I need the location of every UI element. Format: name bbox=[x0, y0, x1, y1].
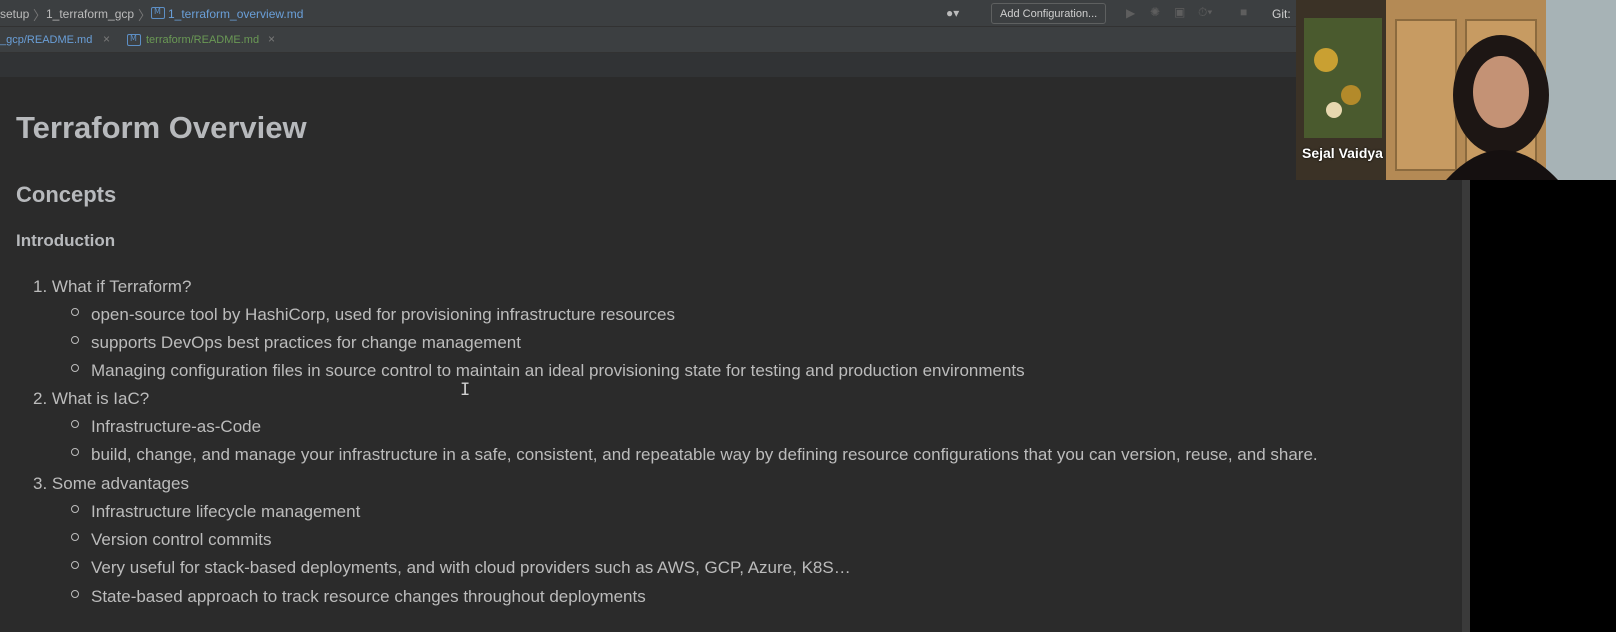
breadcrumb-separator: 〉 bbox=[33, 8, 47, 23]
stop-icon[interactable]: ■ bbox=[1240, 5, 1247, 19]
preview-header bbox=[0, 53, 1462, 77]
bullet-icon bbox=[71, 561, 79, 569]
markdown-file-icon bbox=[151, 7, 165, 19]
git-label: Git: bbox=[1272, 7, 1291, 21]
list-item: 3. Some advantages bbox=[33, 474, 189, 493]
breadcrumb-file[interactable]: 1_terraform_overview.md bbox=[168, 7, 303, 21]
screen-margin bbox=[1470, 180, 1616, 632]
page-title: Terraform Overview bbox=[16, 110, 307, 145]
tab-gcp-readme[interactable]: _gcp/README.md bbox=[0, 34, 92, 46]
list-item: Managing configuration files in source c… bbox=[91, 361, 1025, 380]
list-item: State-based approach to track resource c… bbox=[91, 587, 646, 606]
bullet-icon bbox=[71, 308, 79, 316]
list-item: Very useful for stack-based deployments,… bbox=[91, 558, 851, 577]
debug-icon[interactable]: ✺ bbox=[1150, 5, 1160, 19]
add-configuration-button[interactable]: Add Configuration... bbox=[991, 3, 1107, 24]
text-cursor-icon: I bbox=[460, 380, 471, 400]
close-icon[interactable]: × bbox=[268, 32, 275, 46]
section-heading: Concepts bbox=[16, 182, 117, 207]
video-tile: Sejal Vaidya bbox=[1296, 0, 1616, 180]
bullet-icon bbox=[71, 420, 79, 428]
breadcrumb-folder[interactable]: 1_terraform_gcp bbox=[46, 7, 134, 21]
run-icon[interactable]: ▶ bbox=[1126, 6, 1135, 20]
breadcrumb-separator: 〉 bbox=[138, 8, 152, 23]
scrollbar[interactable] bbox=[1462, 180, 1470, 632]
breadcrumb-setup[interactable]: setup bbox=[0, 7, 29, 21]
participant-name: Sejal Vaidya bbox=[1302, 145, 1383, 161]
list-item: 1. What if Terraform? bbox=[33, 277, 192, 296]
close-icon[interactable]: × bbox=[103, 32, 110, 46]
list-item: supports DevOps best practices for chang… bbox=[91, 333, 521, 352]
tab-terraform-readme[interactable]: terraform/README.md bbox=[146, 34, 259, 46]
bullet-icon bbox=[71, 533, 79, 541]
profile-icon[interactable]: ⏱▾ bbox=[1198, 5, 1212, 20]
list-item: open-source tool by HashiCorp, used for … bbox=[91, 305, 675, 324]
subsection-heading: Introduction bbox=[16, 231, 116, 250]
list-item: Infrastructure-as-Code bbox=[91, 417, 262, 436]
bullet-icon bbox=[71, 336, 79, 344]
bullet-icon bbox=[71, 364, 79, 372]
list-item: build, change, and manage your infrastru… bbox=[91, 445, 1318, 464]
bullet-icon bbox=[71, 505, 79, 513]
user-icon[interactable]: ●▾ bbox=[946, 6, 959, 20]
bullet-icon bbox=[71, 590, 79, 598]
list-item: Version control commits bbox=[91, 530, 272, 549]
markdown-file-icon bbox=[127, 34, 141, 46]
editor-tab-bar: _gcp/README.md × terraform/README.md × bbox=[0, 27, 1296, 53]
bullet-icon bbox=[71, 448, 79, 456]
coverage-icon[interactable]: ▣ bbox=[1174, 5, 1185, 19]
navigation-bar: setup 〉 1_terraform_gcp 〉 1_terraform_ov… bbox=[0, 0, 1296, 27]
list-item: Infrastructure lifecycle management bbox=[91, 502, 361, 521]
list-item: 2. What is IaC? bbox=[33, 389, 150, 408]
